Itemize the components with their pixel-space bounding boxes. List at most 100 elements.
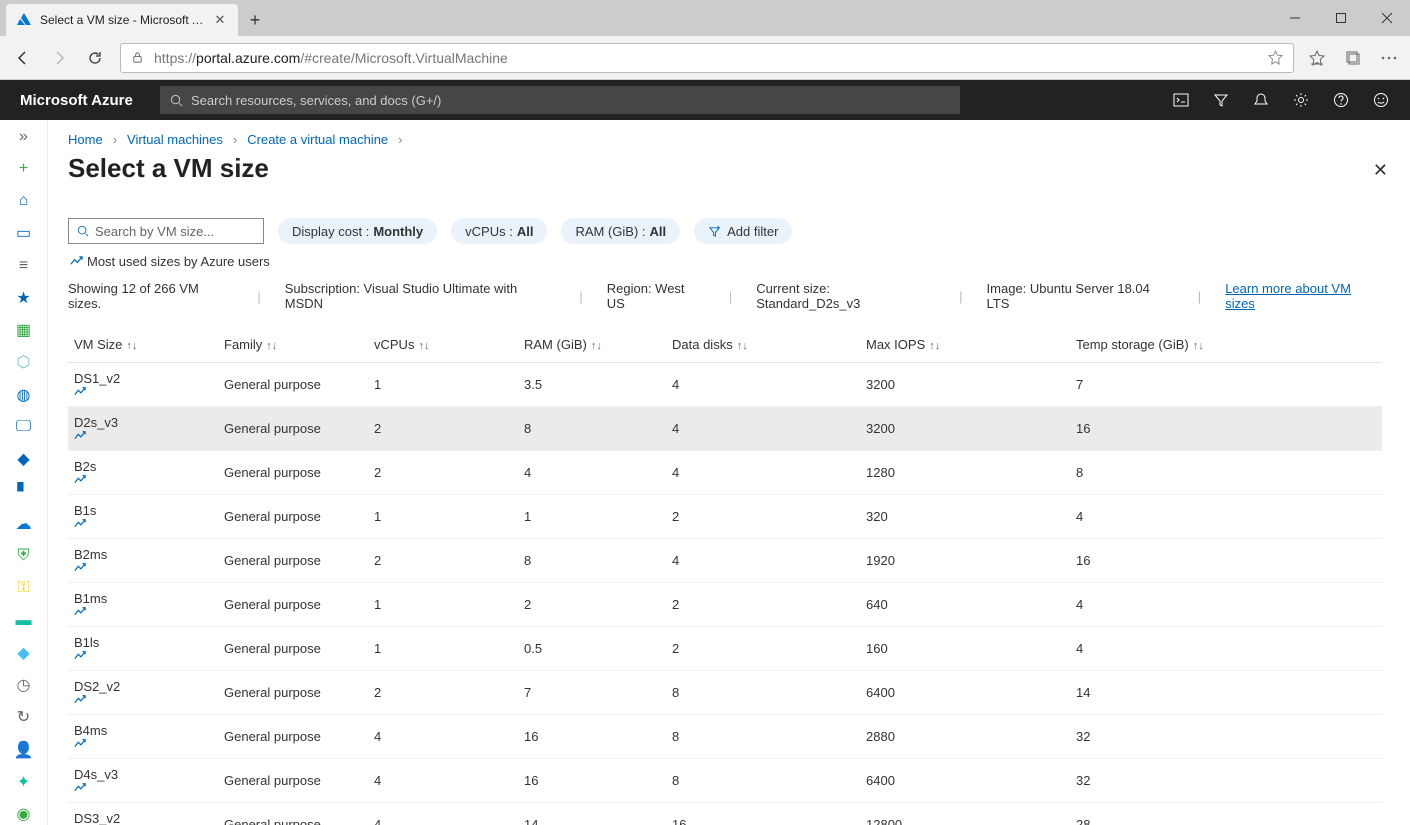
cloud-icon[interactable]: ☁ [13,513,35,534]
new-tab-button[interactable]: + [238,4,272,36]
trending-note: Most used sizes by Azure users [70,254,1382,269]
iops-cell: 6400 [860,759,1070,803]
tab-close-icon[interactable]: ✕ [212,12,228,28]
learn-more-link[interactable]: Learn more about VM sizes [1225,281,1382,311]
table-row[interactable]: B4msGeneral purpose4168288032 [68,715,1382,759]
temp-cell: 32 [1070,715,1382,759]
table-row[interactable]: DS2_v2General purpose278640014 [68,671,1382,715]
table-row[interactable]: B2sGeneral purpose24412808 [68,451,1382,495]
add-icon[interactable]: + [13,158,35,179]
trending-icon [70,255,83,268]
column-header[interactable]: Family↑↓ [218,327,368,363]
column-header[interactable]: Data disks↑↓ [666,327,860,363]
favorite-icon[interactable]: ★ [13,287,35,308]
vm-size-cell: B2s [68,451,218,495]
column-header[interactable]: Temp storage (GiB)↑↓ [1070,327,1382,363]
table-row[interactable]: DS1_v2General purpose13.5432007 [68,363,1382,407]
temp-cell: 4 [1070,495,1382,539]
vm-size-cell: DS2_v2 [68,671,218,715]
window-maximize-button[interactable] [1318,0,1364,36]
collections-icon[interactable] [1344,49,1362,67]
breadcrumb-link[interactable]: Create a virtual machine [247,132,388,147]
cloud-shell-icon[interactable] [1172,91,1190,109]
temp-cell: 16 [1070,539,1382,583]
trending-icon [74,474,212,486]
table-row[interactable]: B1sGeneral purpose1123204 [68,495,1382,539]
display-cost-filter[interactable]: Display cost :Monthly [278,218,437,244]
globe-icon[interactable]: ◍ [13,384,35,405]
favorites-icon[interactable] [1308,49,1326,67]
column-header[interactable]: Max IOPS↑↓ [860,327,1070,363]
home-icon[interactable]: ⌂ [13,191,35,212]
trending-icon [74,606,212,618]
address-bar[interactable]: https://portal.azure.com/#create/Microso… [120,43,1294,73]
table-row[interactable]: B2msGeneral purpose284192016 [68,539,1382,583]
content-pane: Home›Virtual machines›Create a virtual m… [48,120,1410,825]
column-header[interactable]: VM Size↑↓ [68,327,218,363]
azure-search-input[interactable]: Search resources, services, and docs (G+… [160,86,960,114]
dashboard-icon[interactable]: ▭ [13,223,35,244]
filter-icon[interactable] [1212,91,1230,109]
circle-icon[interactable]: ◉ [13,804,35,825]
vm-size-cell: D2s_v3 [68,407,218,451]
ram-cell: 4 [518,451,666,495]
feedback-icon[interactable] [1372,91,1390,109]
table-row[interactable]: B1lsGeneral purpose10.521604 [68,627,1382,671]
list-icon[interactable]: ≡ [13,255,35,276]
shield-icon[interactable]: ⛨ [13,545,35,566]
vcpus-cell: 1 [368,363,518,407]
column-header[interactable]: RAM (GiB)↑↓ [518,327,666,363]
vm-size-table: VM Size↑↓Family↑↓vCPUs↑↓RAM (GiB)↑↓Data … [68,327,1382,825]
hex1-icon[interactable]: ⬡ [13,352,35,373]
star-icon[interactable] [1268,50,1283,65]
family-cell: General purpose [218,759,368,803]
monitor-icon[interactable]: 🖵 [13,416,35,437]
vm-size-cell: DS1_v2 [68,363,218,407]
info-row: Showing 12 of 266 VM sizes.| Subscriptio… [68,281,1382,311]
fn-icon[interactable]: ◆ [13,449,35,470]
key-icon[interactable]: ⚿ [13,578,35,599]
notifications-icon[interactable] [1252,91,1270,109]
azure-brand[interactable]: Microsoft Azure [20,92,160,109]
loop-icon[interactable]: ↻ [13,707,35,728]
table-row[interactable]: B1msGeneral purpose1226404 [68,583,1382,627]
refresh-button[interactable] [84,47,106,69]
table-row[interactable]: D4s_v3General purpose4168640032 [68,759,1382,803]
iops-cell: 640 [860,583,1070,627]
more-icon[interactable] [1380,49,1398,67]
clock-icon[interactable]: ◷ [13,675,35,696]
search-icon [170,94,183,107]
breadcrumb-link[interactable]: Virtual machines [127,132,223,147]
sort-icon: ↑↓ [126,340,137,352]
expand-icon[interactable]: » [13,126,35,147]
table-row[interactable]: DS3_v2General purpose414161280028 [68,803,1382,825]
sql-icon[interactable]: ▘ [13,481,35,502]
add-filter-button[interactable]: Add filter [694,218,792,244]
vcpus-filter[interactable]: vCPUs :All [451,218,547,244]
column-header[interactable]: vCPUs↑↓ [368,327,518,363]
back-button[interactable] [12,47,34,69]
ram-cell: 8 [518,539,666,583]
trending-icon [74,738,212,750]
table-row[interactable]: D2s_v3General purpose284320016 [68,407,1382,451]
temp-cell: 7 [1070,363,1382,407]
window-close-button[interactable] [1364,0,1410,36]
settings-icon[interactable] [1292,91,1310,109]
sparkle-icon[interactable]: ✦ [13,771,35,792]
bar-icon[interactable]: ▬ [13,610,35,631]
subscription-info: Subscription: Visual Studio Ultimate wit… [285,281,556,311]
browser-tab[interactable]: Select a VM size - Microsoft Azu ✕ [6,4,238,36]
user-icon[interactable]: 👤 [13,739,35,760]
temp-cell: 14 [1070,671,1382,715]
vm-size-search-input[interactable]: Search by VM size... [68,218,264,244]
ram-filter[interactable]: RAM (GiB) :All [561,218,680,244]
search-icon [77,225,89,237]
gem-icon[interactable]: ◆ [13,642,35,663]
forward-button[interactable] [48,47,70,69]
disks-cell: 4 [666,451,860,495]
breadcrumb-link[interactable]: Home [68,132,103,147]
grid-icon[interactable]: ▦ [13,320,35,341]
help-icon[interactable] [1332,91,1350,109]
window-minimize-button[interactable] [1272,0,1318,36]
close-blade-button[interactable]: ✕ [1373,160,1388,181]
